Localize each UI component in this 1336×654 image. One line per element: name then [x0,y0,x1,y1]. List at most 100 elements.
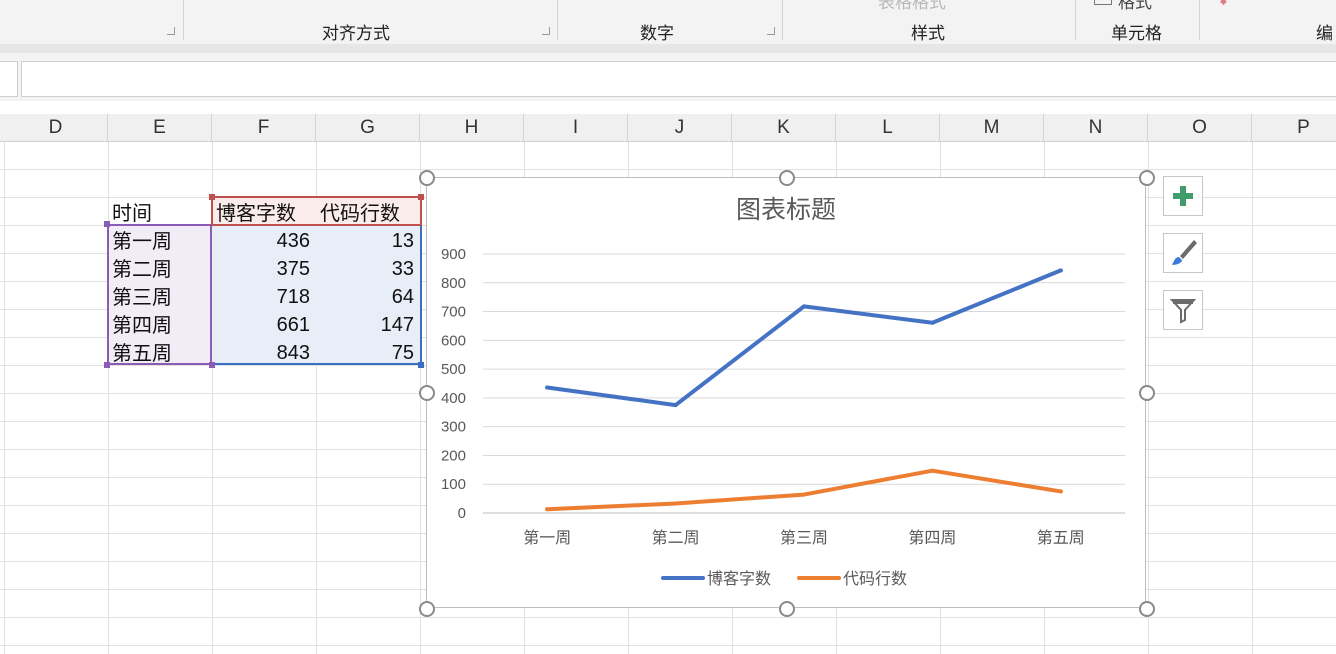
ribbon-bottom-band [0,44,1336,53]
formula-input[interactable] [21,61,1336,97]
column-header-I[interactable]: I [524,114,628,141]
y-tick-label: 500 [441,361,466,378]
range-corner-handle[interactable] [209,194,215,200]
cell-header-time[interactable]: 时间 [112,198,152,226]
cell-week-label[interactable]: 第四周 [112,310,172,338]
formula-bar-area [0,53,1336,101]
data-point [673,501,678,506]
ribbon-separator [1199,0,1200,40]
cell-blog-value[interactable]: 718 [212,282,316,310]
cell-week-label[interactable]: 第二周 [112,254,172,282]
legend-label: 代码行数 [843,569,907,588]
column-header-D[interactable]: D [4,114,108,141]
chart-plot-svg[interactable]: 图表标题 0 100 200 300 400 500 600 700 800 900 第一周 第二周 第三… [427,178,1145,607]
cell-code-value[interactable]: 33 [316,254,420,282]
legend-label: 博客字数 [707,569,771,588]
data-point [545,385,550,390]
resize-handle-bottom-right[interactable] [1139,601,1155,617]
column-header-K[interactable]: K [732,114,836,141]
cell-code-value[interactable]: 13 [316,226,420,254]
line-chart[interactable]: 图表标题 0 100 200 300 400 500 600 700 800 900 第一周 第二周 第三… [426,177,1146,608]
x-tick-label: 第二周 [652,528,700,547]
cell-week-label[interactable]: 第五周 [112,338,172,366]
group-editing-label: 编 [1316,24,1333,44]
ribbon-separator [782,0,783,40]
ribbon-separator [557,0,558,40]
alignment-dialog-launcher-icon[interactable] [541,26,550,35]
chart-filters-button[interactable] [1163,290,1203,330]
group-cells-label: 单元格 [1111,24,1162,44]
resize-handle-top[interactable] [779,170,795,186]
x-tick-label: 第一周 [523,528,571,547]
ribbon-separator [183,0,184,40]
data-point [1058,268,1063,273]
resize-handle-right[interactable] [1139,385,1155,401]
resize-handle-top-left[interactable] [419,170,435,186]
column-header-O[interactable]: O [1148,114,1252,141]
column-header-L[interactable]: L [836,114,940,141]
data-point [673,403,678,408]
ribbon-partial-format-as-table[interactable]: 表格格式 [878,0,946,13]
cell-week-label[interactable]: 第三周 [112,282,172,310]
range-corner-handle[interactable] [418,194,424,200]
number-dialog-launcher-icon[interactable] [766,26,775,35]
y-tick-label: 700 [441,304,466,321]
ribbon-partial-format[interactable]: 格式 [1118,0,1152,13]
chart-elements-button[interactable] [1163,176,1203,216]
column-header-J[interactable]: J [628,114,732,141]
y-tick-label: 0 [458,505,466,522]
cell-week-label[interactable]: 第一周 [112,226,172,254]
range-corner-handle[interactable] [104,362,110,368]
x-tick-label: 第五周 [1037,528,1085,547]
data-point [930,468,935,473]
y-tick-label: 600 [441,332,466,349]
column-header-row: D E F G H I J K L M N O P [0,114,1336,142]
chart-title[interactable]: 图表标题 [736,195,836,224]
column-header-M[interactable]: M [940,114,1044,141]
data-point [930,320,935,325]
column-header-N[interactable]: N [1044,114,1148,141]
cell-code-value[interactable]: 147 [316,310,420,338]
column-header-E[interactable]: E [108,114,212,141]
clear-icon: ◆ [1220,0,1227,7]
cell-blog-value[interactable]: 843 [212,338,316,366]
resize-handle-left[interactable] [419,385,435,401]
ribbon-separator [1075,0,1076,40]
chart-styles-button[interactable] [1163,233,1203,273]
cell-blog-value[interactable]: 661 [212,310,316,338]
filter-icon [1169,299,1197,324]
resize-handle-top-right[interactable] [1139,170,1155,186]
y-tick-label: 800 [441,275,466,292]
data-point [545,507,550,512]
cell-header-blog[interactable]: 博客字数 [216,198,296,226]
y-tick-label: 300 [441,419,466,436]
column-header-P[interactable]: P [1252,114,1336,141]
column-header-H[interactable]: H [420,114,524,141]
plus-icon [1173,186,1193,206]
y-tick-label: 100 [441,476,466,493]
data-point [1058,489,1063,494]
cell-code-value[interactable]: 64 [316,282,420,310]
data-point [802,304,806,309]
group-alignment-label: 对齐方式 [322,24,390,44]
brush-icon [1172,240,1197,265]
cell-header-code[interactable]: 代码行数 [320,198,400,226]
font-dialog-launcher-icon[interactable] [166,26,175,35]
cell-blog-value[interactable]: 436 [212,226,316,254]
x-tick-label: 第三周 [780,528,828,547]
x-tick-label: 第四周 [908,528,956,547]
resize-handle-bottom[interactable] [779,601,795,617]
y-tick-label: 900 [441,246,466,263]
format-icon [1094,0,1112,5]
cell-blog-value[interactable]: 375 [212,254,316,282]
range-corner-handle[interactable] [104,221,110,227]
cell-code-value[interactable]: 75 [316,338,420,366]
group-styles-label: 样式 [911,24,945,44]
resize-handle-bottom-left[interactable] [419,601,435,617]
y-tick-label: 400 [441,390,466,407]
name-box[interactable] [0,61,18,97]
column-header-G[interactable]: G [316,114,420,141]
column-header-F[interactable]: F [212,114,316,141]
ribbon: 表格格式 格式 ◆ 对齐方式 数字 样式 单元格 编 [0,0,1336,44]
group-number-label: 数字 [640,24,674,44]
